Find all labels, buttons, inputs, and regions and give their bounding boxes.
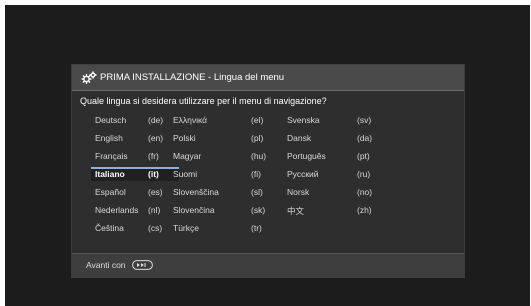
language-name: English <box>95 133 123 143</box>
language-code: (it) <box>148 169 159 179</box>
language-code: (de) <box>148 115 164 125</box>
dialog-footer: Avanti con <box>72 253 464 277</box>
language-name: Norsk <box>287 187 310 197</box>
language-code: (fr) <box>148 151 159 161</box>
language-option-cestina[interactable]: Čeština (cs) <box>95 221 175 235</box>
language-option-francais[interactable]: Français (fr) <box>95 149 175 163</box>
language-code: (fi) <box>251 169 261 179</box>
language-option-deutsch[interactable]: Deutsch (de) <box>95 113 175 127</box>
language-code: (hu) <box>251 151 267 161</box>
language-code: (es) <box>148 187 163 197</box>
language-option-svenska[interactable]: Svenska (sv) <box>287 113 382 127</box>
language-question: Quale lingua si desidera utilizzare per … <box>80 96 327 106</box>
dialog-title: PRIMA INSTALLAZIONE - Lingua del menu <box>100 72 285 83</box>
language-name: Dansk <box>287 133 312 143</box>
language-code: (zh) <box>357 205 372 215</box>
tv-screen: PRIMA INSTALLAZIONE - Lingua del menu Qu… <box>5 5 530 306</box>
language-code: (ru) <box>357 169 371 179</box>
language-option-italiano-selected[interactable]: Italiano (it) <box>91 167 179 181</box>
language-name: Türkçe <box>173 223 199 233</box>
language-code: (no) <box>357 187 373 197</box>
language-code: (cs) <box>148 223 163 233</box>
language-code: (sl) <box>251 187 263 197</box>
language-name: Español <box>95 187 126 197</box>
footer-hint: Avanti con <box>86 260 126 270</box>
language-name: Nederlands <box>95 205 139 215</box>
language-name: Polski <box>173 133 196 143</box>
language-option-zhongwen[interactable]: 中文 (zh) <box>287 203 382 217</box>
ok-button-icon <box>132 260 153 270</box>
language-option-russkiy[interactable]: Русский (ru) <box>287 167 382 181</box>
language-option-slovencina[interactable]: Slovenčina (sk) <box>173 203 265 217</box>
language-name: Deutsch <box>95 115 127 125</box>
language-option-portugues[interactable]: Português (pt) <box>287 149 382 163</box>
language-name: Magyar <box>173 151 202 161</box>
language-name: Français <box>95 151 128 161</box>
language-code: (en) <box>148 133 164 143</box>
language-code: (pl) <box>251 133 264 143</box>
language-name: Русский <box>287 169 319 179</box>
language-name: Português <box>287 151 326 161</box>
dialog-title-bar: PRIMA INSTALLAZIONE - Lingua del menu <box>72 65 464 91</box>
language-name: Slovenčina <box>173 205 215 215</box>
language-option-polski[interactable]: Polski (pl) <box>173 131 265 145</box>
language-option-suomi[interactable]: Suomi (fi) <box>173 167 265 181</box>
language-option-espanol[interactable]: Español (es) <box>95 185 175 199</box>
language-name: 中文 <box>287 206 305 216</box>
language-option-english[interactable]: English (en) <box>95 131 175 145</box>
language-option-norsk[interactable]: Norsk (no) <box>287 185 382 199</box>
language-code: (sv) <box>357 115 372 125</box>
language-option-turkce[interactable]: Türkçe (tr) <box>173 221 265 235</box>
language-name: Italiano <box>95 169 125 179</box>
language-code: (da) <box>357 133 373 143</box>
settings-gear-icon <box>81 71 97 85</box>
language-name: Čeština <box>95 223 124 233</box>
language-menu-dialog: PRIMA INSTALLAZIONE - Lingua del menu Qu… <box>71 64 465 278</box>
language-code: (nl) <box>148 205 161 215</box>
language-code: (sk) <box>251 205 266 215</box>
language-name: Suomi <box>173 169 198 179</box>
language-option-dansk[interactable]: Dansk (da) <box>287 131 382 145</box>
language-name: Ελληνικά <box>173 115 208 125</box>
language-name: Slovenščina <box>173 187 219 197</box>
language-code: (pt) <box>357 151 370 161</box>
language-option-ellinika[interactable]: Ελληνικά (el) <box>173 113 265 127</box>
language-code: (tr) <box>251 223 262 233</box>
language-option-nederlands[interactable]: Nederlands (nl) <box>95 203 175 217</box>
language-option-magyar[interactable]: Magyar (hu) <box>173 149 267 163</box>
language-code: (el) <box>251 115 264 125</box>
language-option-slovenscina[interactable]: Slovenščina (sl) <box>173 185 265 199</box>
language-name: Svenska <box>287 115 320 125</box>
